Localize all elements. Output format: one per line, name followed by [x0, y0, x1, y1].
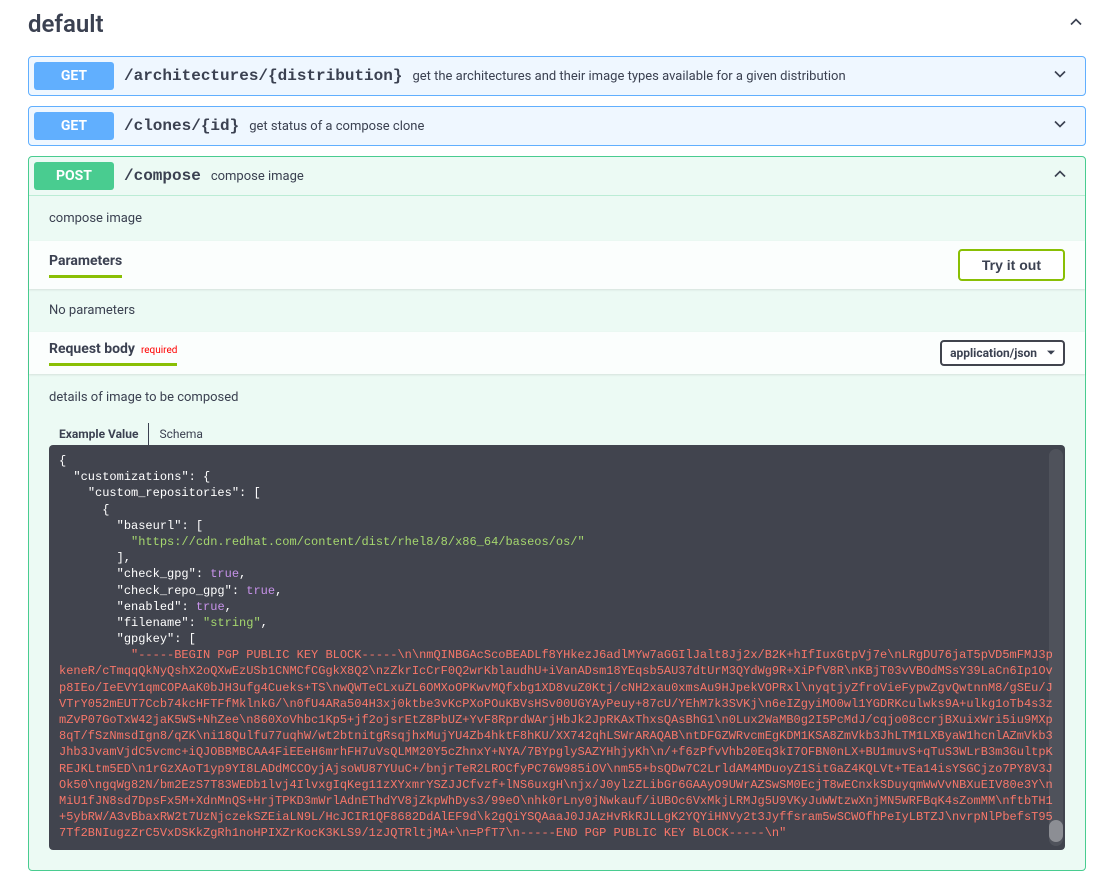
op-desc: get status of a compose clone — [249, 119, 424, 134]
scrollbar-thumb[interactable] — [1049, 820, 1063, 842]
scrollbar-vertical[interactable] — [1049, 449, 1063, 846]
op-path: /architectures/{distribution} — [124, 67, 402, 85]
op-path: /compose — [124, 167, 201, 185]
method-badge-get: GET — [34, 62, 114, 90]
op-block-compose: POST /compose compose image compose imag… — [28, 156, 1086, 871]
parameters-header: Parameters Try it out — [29, 241, 1085, 289]
request-body-header: Request body required application/json — [29, 332, 1085, 374]
tab-example-value[interactable]: Example Value — [49, 423, 148, 445]
op-block-clones: GET /clones/{id} get status of a compose… — [28, 106, 1086, 146]
body-description: details of image to be composed — [29, 374, 1085, 405]
chevron-down-icon[interactable] — [1040, 64, 1080, 88]
op-block-architectures: GET /architectures/{distribution} get th… — [28, 56, 1086, 96]
required-badge: required — [141, 345, 177, 356]
op-desc: compose image — [211, 169, 304, 184]
chevron-up-icon — [1066, 12, 1086, 36]
request-body-title: Request body required — [49, 341, 177, 366]
op-long-desc: compose image — [29, 196, 1085, 241]
op-summary[interactable]: POST /compose compose image — [29, 157, 1085, 195]
no-parameters: No parameters — [29, 289, 1085, 332]
parameters-title: Parameters — [49, 253, 122, 278]
chevron-up-icon[interactable] — [1040, 164, 1080, 188]
tab-schema[interactable]: Schema — [148, 423, 212, 445]
op-body: compose image Parameters Try it out No p… — [29, 195, 1085, 850]
method-badge-post: POST — [34, 162, 114, 190]
op-summary[interactable]: GET /clones/{id} get status of a compose… — [29, 107, 1085, 145]
op-path: /clones/{id} — [124, 117, 239, 135]
section-title: default — [28, 10, 104, 38]
chevron-down-icon[interactable] — [1040, 114, 1080, 138]
op-summary[interactable]: GET /architectures/{distribution} get th… — [29, 57, 1085, 95]
op-desc: get the architectures and their image ty… — [412, 69, 845, 84]
content-type-select[interactable]: application/json — [940, 340, 1065, 366]
try-it-out-button[interactable]: Try it out — [958, 249, 1065, 281]
method-badge-get: GET — [34, 112, 114, 140]
request-body-label: Request body — [49, 341, 135, 357]
example-tabs: Example Value Schema — [49, 423, 1065, 445]
section-header[interactable]: default — [28, 0, 1086, 56]
example-code[interactable]: { "customizations": { "custom_repositori… — [49, 445, 1065, 850]
